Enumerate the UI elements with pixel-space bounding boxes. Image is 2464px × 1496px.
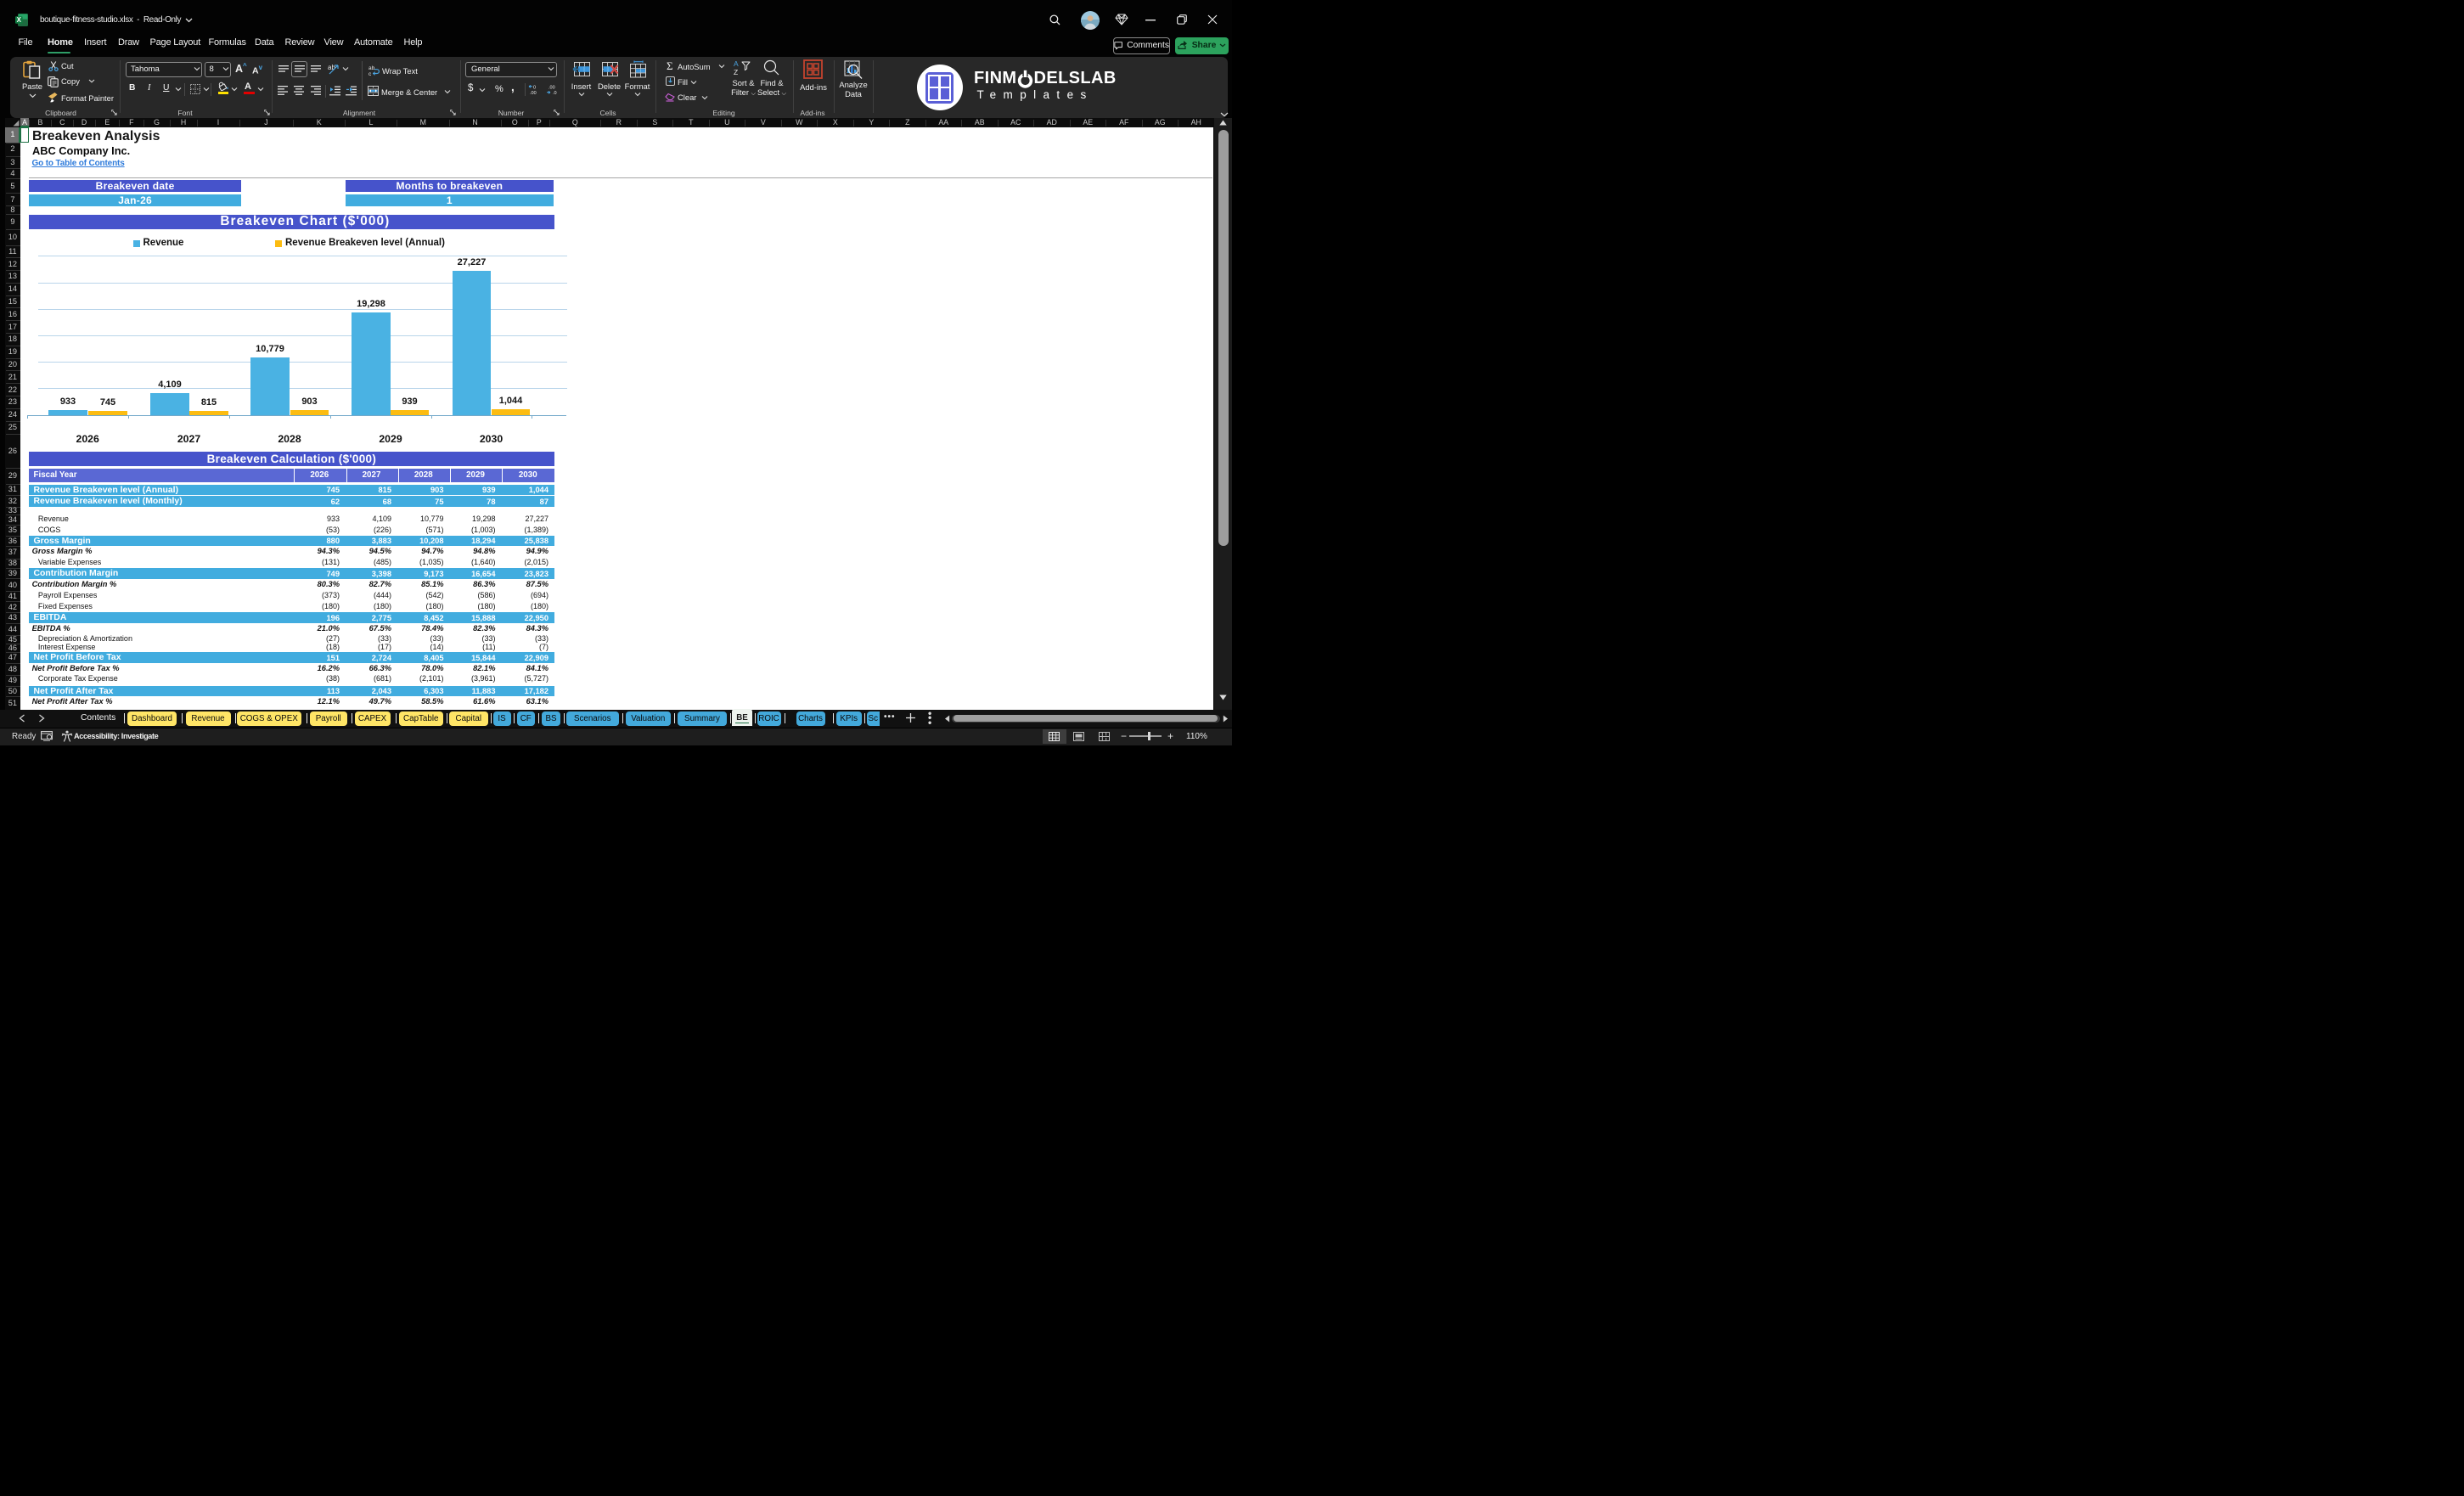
svg-text:0: 0 <box>533 86 536 91</box>
svg-text:c: c <box>368 71 372 76</box>
svg-text:Z: Z <box>734 68 738 76</box>
svg-text:A: A <box>734 59 739 68</box>
svg-text:ab: ab <box>328 64 335 71</box>
svg-text:X: X <box>17 16 22 24</box>
svg-text:ab: ab <box>368 65 375 71</box>
svg-text:.00: .00 <box>548 86 555 91</box>
svg-text:.00: .00 <box>530 91 537 95</box>
svg-text:.0: .0 <box>553 91 557 95</box>
